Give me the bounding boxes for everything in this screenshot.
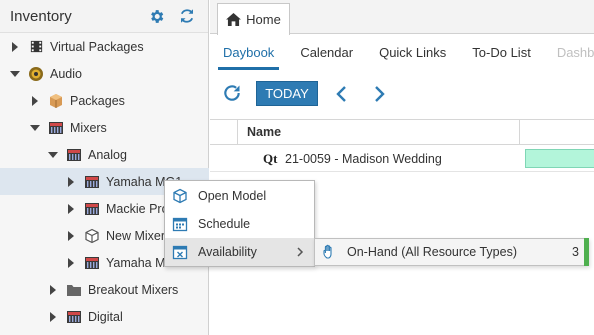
tab-home-label: Home	[246, 12, 281, 27]
cube-icon	[84, 228, 100, 244]
tab-home[interactable]: Home	[217, 3, 290, 35]
tree-item-label: Breakout Mixers	[88, 282, 179, 297]
hand-icon	[322, 244, 338, 260]
cube-icon	[172, 188, 188, 204]
expand-caret-icon[interactable]	[65, 257, 77, 269]
tree-item-packages[interactable]: Packages	[0, 87, 209, 114]
column-header-name[interactable]: Name	[247, 125, 281, 139]
daybook-toolbar: TODAY	[210, 79, 594, 109]
availability-submenu[interactable]: On-Hand (All Resource Types) 3	[314, 238, 589, 266]
package-box-icon	[48, 93, 64, 109]
subnav-daybook[interactable]: Daybook	[210, 34, 287, 70]
grid-header: Name	[210, 119, 594, 145]
chevron-right-icon[interactable]	[371, 84, 389, 104]
subnav-calendar[interactable]: Calendar	[287, 34, 366, 70]
tree-item-label: New Mixer	[106, 228, 166, 243]
mixer-icon	[84, 201, 100, 217]
collapse-caret-icon[interactable]	[47, 149, 59, 161]
collapse-caret-icon[interactable]	[9, 68, 21, 80]
type-code: Qt	[263, 151, 278, 166]
tree-item-audio[interactable]: Audio	[0, 60, 209, 87]
subnav-dashboard[interactable]: Dashboard	[544, 34, 594, 70]
calendar-x-icon	[172, 244, 188, 260]
menu-item-schedule[interactable]: Schedule	[165, 210, 314, 238]
tree-item-virtual-packages[interactable]: Virtual Packages	[0, 33, 209, 60]
tree-item-label: Virtual Packages	[50, 39, 144, 54]
tree-item-label: Analog	[88, 147, 127, 162]
expand-caret-icon[interactable]	[47, 311, 59, 323]
tab-bar: Home	[210, 0, 594, 35]
calendar-icon	[172, 216, 188, 232]
mixer-icon	[66, 309, 82, 325]
row-name: 21-0059 - Madison Wedding	[285, 152, 442, 166]
subnav-quick-links[interactable]: Quick Links	[366, 34, 459, 70]
collapse-caret-icon[interactable]	[29, 122, 41, 134]
expand-caret-icon[interactable]	[29, 95, 41, 107]
tree-item-digital[interactable]: Digital	[0, 303, 209, 330]
tree-item-label: Audio	[50, 66, 82, 81]
chevron-right-icon	[296, 246, 304, 261]
folder-icon	[66, 282, 82, 298]
sidebar-title: Inventory	[10, 7, 72, 25]
menu-item-availability[interactable]: Availability	[165, 238, 314, 266]
tree-item-label: Mackie Pro	[106, 201, 169, 216]
expand-caret-icon[interactable]	[47, 284, 59, 296]
submenu-count: 3	[572, 245, 579, 259]
today-button[interactable]: TODAY	[256, 81, 318, 106]
tree-item-label: Packages	[70, 93, 125, 108]
subnav-todo-list[interactable]: To-Do List	[459, 34, 544, 70]
tree-item-analog[interactable]: Analog	[0, 141, 209, 168]
submenu-label: On-Hand (All Resource Types)	[347, 245, 517, 259]
table-row[interactable]: Qt 21-0059 - Madison Wedding	[210, 145, 594, 172]
gear-icon[interactable]	[146, 6, 166, 26]
menu-item-label: Availability	[198, 245, 257, 259]
mixer-icon	[84, 174, 100, 190]
refresh-icon[interactable]	[222, 83, 244, 105]
expand-caret-icon[interactable]	[65, 203, 77, 215]
expand-caret-icon[interactable]	[65, 230, 77, 242]
sidebar-header: Inventory	[0, 0, 208, 33]
mixer-icon	[66, 147, 82, 163]
tree-item-label: Digital	[88, 309, 123, 324]
submenu-accent-bar	[584, 238, 589, 266]
film-icon	[28, 39, 44, 55]
mixer-icon	[84, 255, 100, 271]
menu-item-open-model[interactable]: Open Model	[165, 182, 314, 210]
inventory-sidebar: Inventory Virtual Packages Audio Package…	[0, 0, 209, 335]
menu-item-label: Open Model	[198, 189, 267, 203]
expand-caret-icon[interactable]	[65, 176, 77, 188]
speaker-icon	[28, 66, 44, 82]
schedule-bar[interactable]	[525, 149, 594, 168]
subnav: Daybook Calendar Quick Links To-Do List …	[210, 34, 594, 70]
mixer-icon	[48, 120, 64, 136]
tree-item-mixers[interactable]: Mixers	[0, 114, 209, 141]
refresh-icon[interactable]	[177, 6, 197, 26]
main-panel: Home Daybook Calendar Quick Links To-Do …	[210, 0, 594, 335]
tree-item-breakout-mixers[interactable]: Breakout Mixers	[0, 276, 209, 303]
expand-caret-icon[interactable]	[9, 41, 21, 53]
tree-item-label: Mixers	[70, 120, 107, 135]
context-menu: Open Model Schedule Availability	[164, 180, 315, 267]
home-icon	[226, 13, 242, 26]
chevron-left-icon[interactable]	[334, 84, 352, 104]
menu-item-label: Schedule	[198, 217, 251, 231]
